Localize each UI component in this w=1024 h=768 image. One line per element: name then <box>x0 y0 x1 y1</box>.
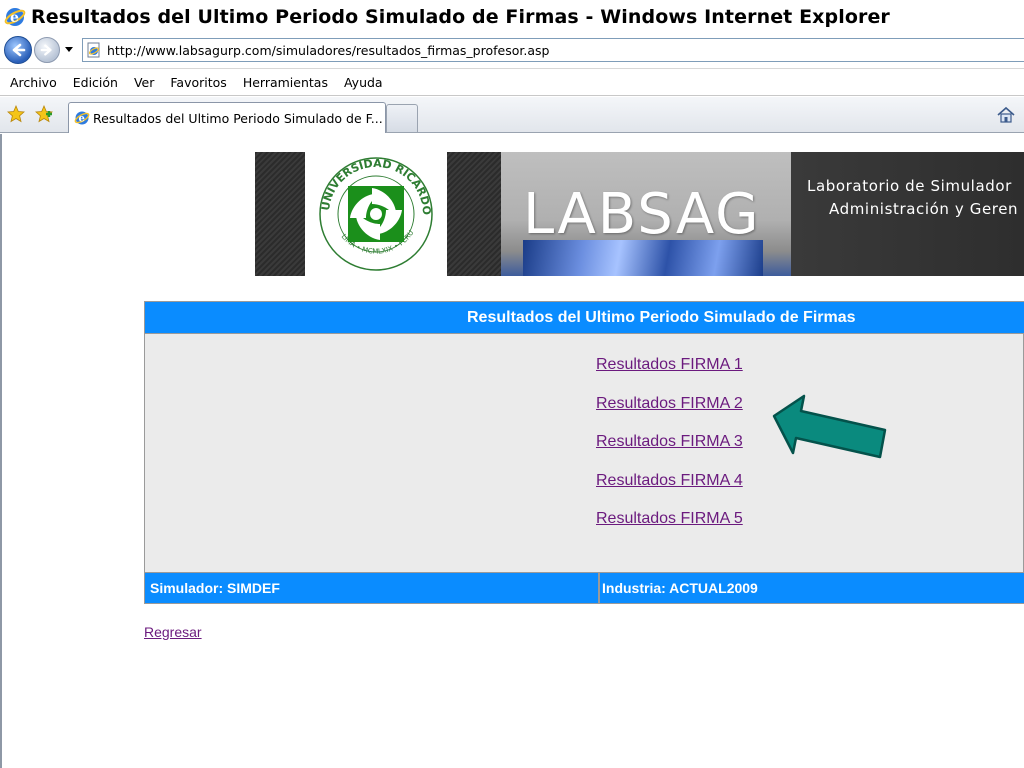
menu-bar: Archivo Edición Ver Favoritos Herramient… <box>0 68 1024 96</box>
firma-1-link[interactable]: Resultados FIRMA 1 <box>596 356 743 374</box>
firma-links: Resultados FIRMA 1 Resultados FIRMA 2 Re… <box>145 334 1024 572</box>
menu-archivo[interactable]: Archivo <box>10 75 57 90</box>
firma-2-link[interactable]: Resultados FIRMA 2 <box>596 395 743 413</box>
firma-4-link[interactable]: Resultados FIRMA 4 <box>596 472 743 490</box>
results-footer: Simulador: SIMDEF Industria: ACTUAL2009 <box>145 572 1024 604</box>
content-left-border <box>0 134 2 768</box>
ie-page-icon: e <box>74 111 90 125</box>
address-input[interactable]: http://www.labsagurp.com/simuladores/res… <box>82 38 1024 62</box>
window-title: Resultados del Ultimo Periodo Simulado d… <box>31 6 890 28</box>
back-arrow-icon <box>12 43 26 57</box>
annotation-arrow-icon <box>772 394 887 459</box>
results-header: Resultados del Ultimo Periodo Simulado d… <box>145 302 1024 334</box>
firma-3-link[interactable]: Resultados FIRMA 3 <box>596 433 743 451</box>
menu-herramientas[interactable]: Herramientas <box>243 75 328 90</box>
svg-text:e: e <box>10 10 19 26</box>
address-bar: http://www.labsagurp.com/simuladores/res… <box>0 34 1024 66</box>
university-logo: UNIVERSIDAD RICARDO PALMA LIMA • MCMLXIX… <box>305 152 447 276</box>
page-icon <box>87 42 100 58</box>
tab-label: Resultados del Ultimo Periodo Simulado d… <box>93 110 383 126</box>
favorites-star-icon[interactable] <box>7 105 25 123</box>
ie-icon: e <box>4 8 26 26</box>
menu-favoritos[interactable]: Favoritos <box>170 75 226 90</box>
labsag-photo: LABSAG <box>501 152 791 276</box>
chevron-down-icon <box>65 47 73 52</box>
firma-5-link[interactable]: Resultados FIRMA 5 <box>596 510 743 528</box>
recent-pages-dropdown[interactable] <box>62 43 76 57</box>
results-title: Resultados del Ultimo Periodo Simulado d… <box>467 309 856 326</box>
footer-divider <box>598 573 600 604</box>
tab-bar: e Resultados del Ultimo Periodo Simulado… <box>0 97 1024 133</box>
regresar-link[interactable]: Regresar <box>144 624 202 640</box>
menu-ayuda[interactable]: Ayuda <box>344 75 383 90</box>
labsag-banner: UNIVERSIDAD RICARDO PALMA LIMA • MCMLXIX… <box>255 152 1024 276</box>
banner-line-1: Laboratorio de Simulador <box>807 177 1012 195</box>
url-text: http://www.labsagurp.com/simuladores/res… <box>107 42 550 58</box>
industria-label: Industria: ACTUAL2009 <box>602 580 758 596</box>
labsag-title: LABSAG <box>523 182 761 247</box>
back-button[interactable] <box>4 36 32 64</box>
forward-button[interactable] <box>34 37 60 63</box>
home-icon[interactable] <box>996 105 1016 125</box>
results-table: Resultados del Ultimo Periodo Simulado d… <box>144 301 1024 604</box>
add-favorite-icon[interactable] <box>35 105 53 123</box>
tab-results[interactable]: e Resultados del Ultimo Periodo Simulado… <box>68 102 386 133</box>
new-tab-button[interactable] <box>386 104 418 132</box>
simulador-label: Simulador: SIMDEF <box>150 580 280 596</box>
svg-text:e: e <box>79 114 85 125</box>
university-seal-icon: UNIVERSIDAD RICARDO PALMA LIMA • MCMLXIX… <box>305 152 433 271</box>
banner-line-2: Administración y Geren <box>829 200 1019 218</box>
title-bar: e Resultados del Ultimo Periodo Simulado… <box>0 0 1024 34</box>
menu-ver[interactable]: Ver <box>134 75 154 90</box>
menu-edicion[interactable]: Edición <box>73 75 118 90</box>
forward-arrow-icon <box>40 44 52 56</box>
